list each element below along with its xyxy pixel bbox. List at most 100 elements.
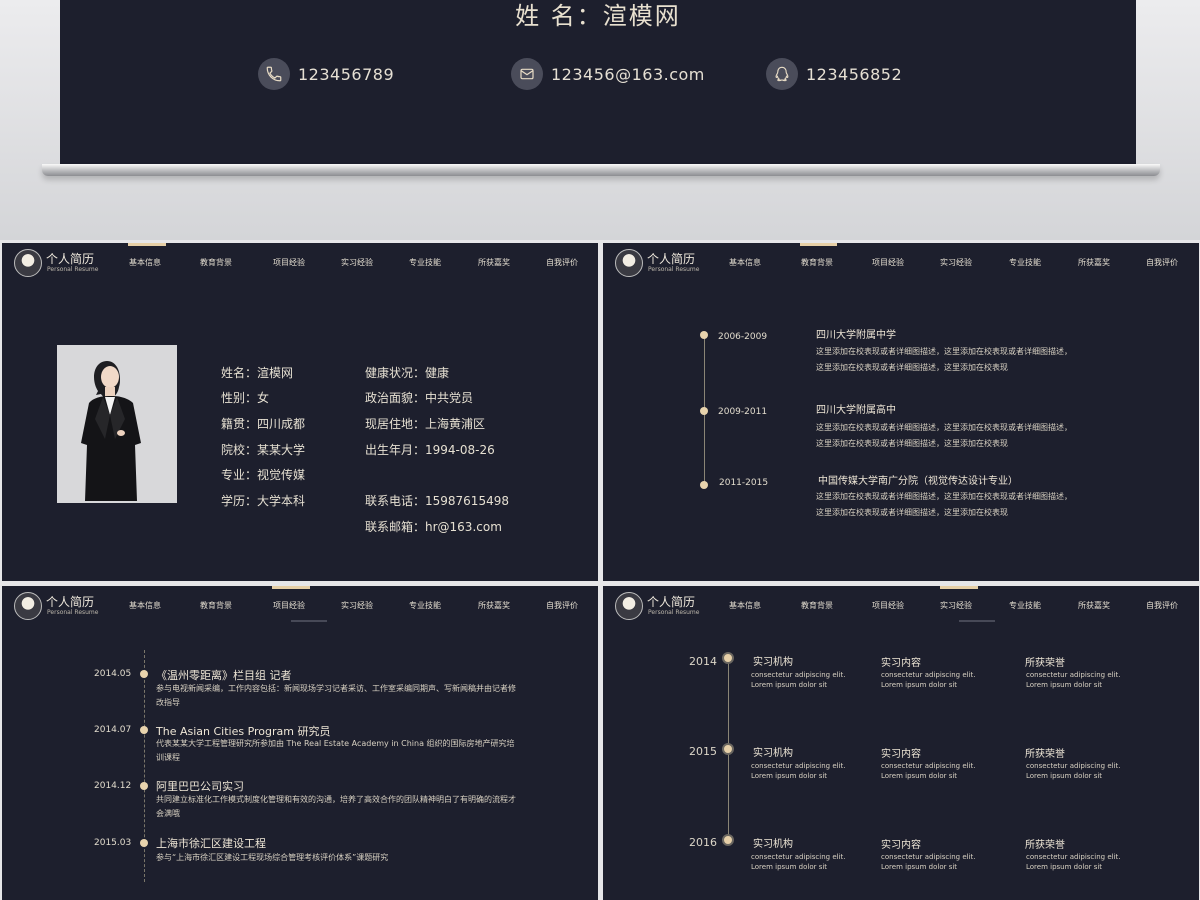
project-title: 上海市徐汇区建设工程 — [156, 837, 266, 850]
project-date: 2014.12 — [94, 781, 132, 791]
tab-projects[interactable]: 项目经验 — [273, 257, 305, 268]
info-email: 联系邮箱：hr@163.com — [365, 520, 502, 534]
edu-period: 2006-2009 — [718, 332, 768, 342]
tab-education[interactable]: 教育背景 — [801, 600, 833, 611]
tab-skills[interactable]: 专业技能 — [1009, 600, 1041, 611]
internship-org-desc: consectetur adipiscing elit. Lorem ipsum … — [751, 762, 846, 780]
brand-subtitle: Personal Resume — [648, 266, 700, 273]
tab-skills[interactable]: 专业技能 — [1009, 257, 1041, 268]
tab-self-eval[interactable]: 自我评价 — [1146, 600, 1178, 611]
internship-honor-desc: consectetur adipiscing elit. Lorem ipsum … — [1026, 853, 1121, 871]
internship-content: 实习内容 — [881, 658, 921, 669]
tab-education[interactable]: 教育背景 — [200, 600, 232, 611]
slide-basic-info[interactable]: 个人简历 Personal Resume 基本信息 教育背景 项目经验 实习经验… — [2, 243, 598, 581]
edu-period: 2011-2015 — [719, 478, 769, 488]
timeline-dot — [140, 782, 148, 790]
info-politics: 政治面貌：中共党员 — [365, 391, 474, 405]
timeline-dot — [140, 839, 148, 847]
internship-year: 2014 — [689, 655, 717, 668]
internship-content-desc: consectetur adipiscing elit. Lorem ipsum … — [881, 853, 976, 871]
internship-honor: 所获荣誉 — [1025, 749, 1065, 760]
edu-desc: 这里添加在校表现或者详细图描述，这里添加在校表现或者详细图描述， 这里添加在校表现… — [816, 347, 1072, 372]
tab-skills[interactable]: 专业技能 — [409, 600, 441, 611]
brand-subtitle: Personal Resume — [47, 266, 99, 273]
hero-email: 123456@163.com — [511, 58, 705, 90]
info-degree: 学历：大学本科 — [221, 494, 306, 508]
tab-awards[interactable]: 所获嘉奖 — [478, 600, 510, 611]
internship-honor-desc: consectetur adipiscing elit. Lorem ipsum … — [1026, 671, 1121, 689]
tab-self-eval[interactable]: 自我评价 — [1146, 257, 1178, 268]
internship-year: 2015 — [689, 745, 717, 758]
slide-projects[interactable]: 个人简历 Personal Resume 基本信息 教育背景 项目经验 实习经验… — [2, 586, 598, 900]
brand-subtitle: Personal Resume — [648, 609, 700, 616]
timeline-dot — [700, 331, 708, 339]
tab-education[interactable]: 教育背景 — [200, 257, 232, 268]
tab-awards[interactable]: 所获嘉奖 — [1078, 600, 1110, 611]
tab-awards[interactable]: 所获嘉奖 — [1078, 257, 1110, 268]
avatar — [615, 592, 643, 620]
tab-internship[interactable]: 实习经验 — [940, 600, 972, 611]
project-desc: 参与“上海市徐汇区建设工程现场综合管理考核评价体系”课题研究 — [156, 853, 389, 862]
tab-self-eval[interactable]: 自我评价 — [546, 600, 578, 611]
tab-projects[interactable]: 项目经验 — [872, 600, 904, 611]
edu-school: 四川大学附属高中 — [816, 405, 896, 416]
nav-active-indicator — [940, 586, 978, 589]
tab-projects[interactable]: 项目经验 — [273, 600, 305, 611]
project-date: 2015.03 — [94, 838, 132, 848]
tab-basic-info[interactable]: 基本信息 — [129, 257, 161, 268]
tab-self-eval[interactable]: 自我评价 — [546, 257, 578, 268]
slide-nav: 个人简历 Personal Resume 基本信息 教育背景 项目经验 实习经验… — [2, 243, 598, 283]
info-birthdate: 出生年月：1994-08-26 — [365, 443, 495, 457]
tab-skills[interactable]: 专业技能 — [409, 257, 441, 268]
internship-org-desc: consectetur adipiscing elit. Lorem ipsum … — [751, 853, 846, 871]
project-title: 阿里巴巴公司实习 — [156, 780, 244, 793]
profile-photo — [57, 345, 177, 503]
avatar — [14, 592, 42, 620]
project-desc: 代表某某大学工程管理研究所参加由 The Real Estate Academy… — [156, 739, 515, 762]
tab-internship[interactable]: 实习经验 — [341, 600, 373, 611]
timeline-dot — [722, 652, 734, 664]
slide-education[interactable]: 个人简历 Personal Resume 基本信息 教育背景 项目经验 实习经验… — [603, 243, 1199, 581]
internship-honor: 所获荣誉 — [1025, 658, 1065, 669]
timeline-dot — [700, 481, 708, 489]
internship-org: 实习机构 — [753, 748, 793, 759]
slide-nav: 个人简历 Personal Resume 基本信息 教育背景 项目经验 实习经验… — [603, 586, 1199, 626]
brand-title: 个人简历 — [46, 252, 95, 266]
edu-period: 2009-2011 — [718, 407, 768, 417]
tab-education[interactable]: 教育背景 — [801, 257, 833, 268]
edu-school: 中国传媒大学南广分院（视觉传达设计专业） — [818, 476, 1018, 487]
tab-basic-info[interactable]: 基本信息 — [729, 600, 761, 611]
avatar — [14, 249, 42, 277]
info-residence: 现居住地：上海黄浦区 — [365, 417, 486, 431]
internship-org: 实习机构 — [753, 657, 793, 668]
nav-active-indicator — [272, 586, 310, 589]
info-gender: 性别：女 — [221, 391, 270, 405]
tab-internship[interactable]: 实习经验 — [940, 257, 972, 268]
info-name: 姓名：渲模网 — [221, 366, 294, 380]
internship-year: 2016 — [689, 836, 717, 849]
brand-title: 个人简历 — [647, 595, 696, 609]
brand-subtitle: Personal Resume — [47, 609, 99, 616]
info-major: 专业：视觉传媒 — [221, 468, 306, 482]
project-title: 《温州零距离》栏目组 记者 — [156, 669, 292, 682]
tab-awards[interactable]: 所获嘉奖 — [478, 257, 510, 268]
slide-nav: 个人简历 Personal Resume 基本信息 教育背景 项目经验 实习经验… — [2, 586, 598, 626]
timeline-dot — [140, 670, 148, 678]
hero-phone: 123456789 — [258, 58, 394, 90]
hero-shelf — [42, 164, 1160, 176]
tab-basic-info[interactable]: 基本信息 — [129, 600, 161, 611]
project-desc: 共同建立标准化工作模式制度化管理和有效的沟通，培养了高效合作的团队精神明白了有明… — [156, 795, 516, 818]
info-phone: 联系电话：15987615498 — [365, 494, 509, 508]
info-health: 健康状况：健康 — [365, 366, 450, 380]
nav-sub-indicator — [959, 620, 995, 622]
edu-school: 四川大学附属中学 — [816, 330, 896, 341]
internship-honor-desc: consectetur adipiscing elit. Lorem ipsum … — [1026, 762, 1121, 780]
hero-qq: 123456852 — [766, 58, 902, 90]
edu-desc: 这里添加在校表现或者详细图描述，这里添加在校表现或者详细图描述， 这里添加在校表现… — [816, 492, 1072, 517]
tab-projects[interactable]: 项目经验 — [872, 257, 904, 268]
tab-internship[interactable]: 实习经验 — [341, 257, 373, 268]
project-desc: 参与电视新闻采编，工作内容包括：新闻现场学习记者采访、工作室采编同期声、写新闻稿… — [156, 684, 516, 707]
info-hometown: 籍贯：四川成都 — [221, 417, 306, 431]
tab-basic-info[interactable]: 基本信息 — [729, 257, 761, 268]
slide-internship[interactable]: 个人简历 Personal Resume 基本信息 教育背景 项目经验 实习经验… — [603, 586, 1199, 900]
